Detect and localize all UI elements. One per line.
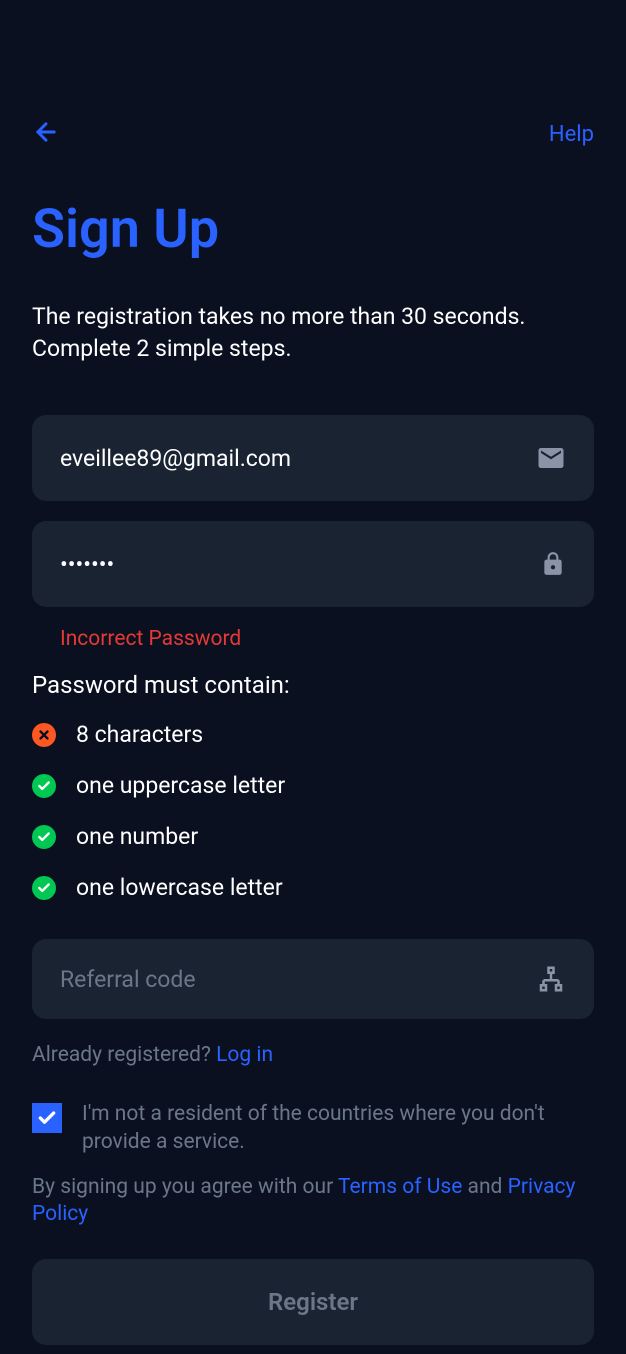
consent-checkbox[interactable]: [32, 1103, 62, 1133]
requirement-text: one uppercase letter: [76, 772, 285, 799]
terms-mid: and: [462, 1175, 507, 1199]
terms-prefix: By signing up you agree with our: [32, 1175, 338, 1199]
x-icon: [32, 723, 56, 747]
email-field[interactable]: [60, 445, 536, 472]
terms-of-use-link[interactable]: Terms of Use: [338, 1175, 462, 1199]
consent-row: I'm not a resident of the countries wher…: [32, 1101, 594, 1156]
requirements-title: Password must contain:: [32, 671, 594, 699]
terms-row: By signing up you agree with our Terms o…: [32, 1174, 594, 1229]
password-field[interactable]: [60, 551, 540, 578]
referral-field[interactable]: [60, 966, 536, 993]
requirement-item: 8 characters: [32, 721, 594, 748]
page-title: Sign Up: [32, 198, 594, 261]
referral-input-wrap: [32, 939, 594, 1019]
login-link[interactable]: Log in: [216, 1043, 273, 1067]
requirement-item: one lowercase letter: [32, 874, 594, 901]
password-error: Incorrect Password: [32, 627, 594, 651]
requirement-item: one uppercase letter: [32, 772, 594, 799]
check-icon: [32, 774, 56, 798]
help-link[interactable]: Help: [549, 122, 594, 147]
requirement-text: 8 characters: [76, 721, 203, 748]
lock-icon: [540, 551, 566, 577]
already-text: Already registered?: [32, 1043, 216, 1067]
mail-icon: [536, 443, 566, 473]
email-input-wrap: [32, 415, 594, 501]
network-icon: [536, 964, 566, 994]
requirement-text: one number: [76, 823, 198, 850]
requirement-item: one number: [32, 823, 594, 850]
password-input-wrap: [32, 521, 594, 607]
subtitle: The registration takes no more than 30 s…: [32, 301, 594, 365]
requirement-text: one lowercase letter: [76, 874, 283, 901]
register-button[interactable]: Register: [32, 1259, 594, 1345]
header: Help: [32, 0, 594, 150]
check-icon: [32, 825, 56, 849]
consent-label: I'm not a resident of the countries wher…: [82, 1101, 594, 1156]
already-registered-row: Already registered? Log in: [32, 1043, 594, 1067]
back-arrow-icon[interactable]: [32, 118, 60, 150]
check-icon: [32, 876, 56, 900]
